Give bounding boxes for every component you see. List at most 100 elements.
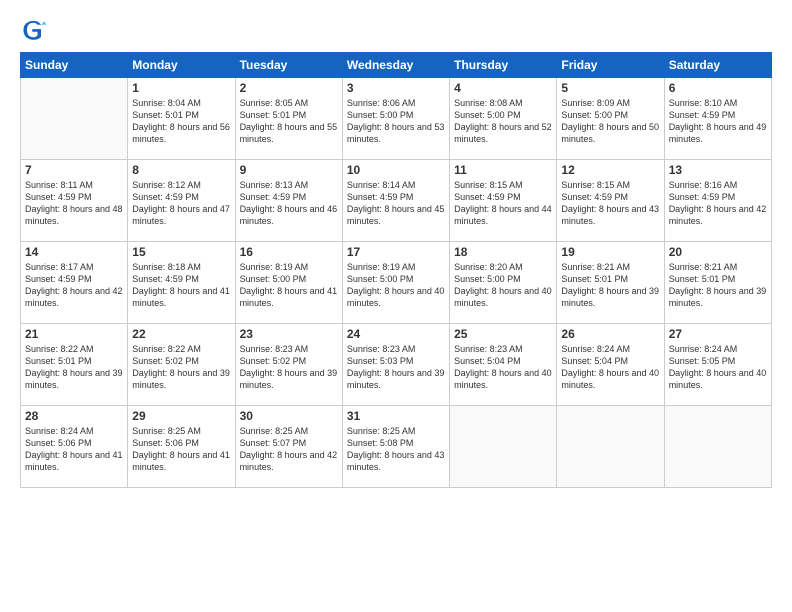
cell-details: Sunrise: 8:08 AMSunset: 5:00 PMDaylight:…	[454, 97, 552, 146]
calendar-cell: 24 Sunrise: 8:23 AMSunset: 5:03 PMDayligh…	[342, 324, 449, 406]
calendar-cell: 1 Sunrise: 8:04 AMSunset: 5:01 PMDaylight…	[128, 78, 235, 160]
cell-details: Sunrise: 8:23 AMSunset: 5:04 PMDaylight:…	[454, 343, 552, 392]
calendar-cell: 5Sunrise: 8:09 AMSunset: 5:00 PMDaylight…	[557, 78, 664, 160]
cell-details: Sunrise: 8:24 AMSunset: 5:04 PMDaylight:…	[561, 343, 659, 392]
cell-details: Sunrise: 8:23 AMSunset: 5:02 PMDaylight:…	[240, 343, 338, 392]
cell-details: Sunrise: 8:24 AMSunset: 5:05 PMDaylight:…	[669, 343, 767, 392]
calendar: SundayMondayTuesdayWednesdayThursdayFrid…	[20, 52, 772, 488]
calendar-cell: 28 Sunrise: 8:24 AMSunset: 5:06 PMDayligh…	[21, 406, 128, 488]
calendar-cell: 14 Sunrise: 8:17 AMSunset: 4:59 PMDayligh…	[21, 242, 128, 324]
day-number: 29	[132, 409, 230, 423]
weekday-header: Tuesday	[235, 53, 342, 78]
weekday-header-row: SundayMondayTuesdayWednesdayThursdayFrid…	[21, 53, 772, 78]
cell-details: Sunrise: 8:21 AMSunset: 5:01 PMDaylight:…	[669, 261, 767, 310]
week-row: 1 Sunrise: 8:04 AMSunset: 5:01 PMDaylight…	[21, 78, 772, 160]
cell-details: Sunrise: 8:21 AMSunset: 5:01 PMDaylight:…	[561, 261, 659, 310]
calendar-cell: 19 Sunrise: 8:21 AMSunset: 5:01 PMDayligh…	[557, 242, 664, 324]
calendar-cell	[664, 406, 771, 488]
calendar-cell: 2 Sunrise: 8:05 AMSunset: 5:01 PMDaylight…	[235, 78, 342, 160]
weekday-header: Friday	[557, 53, 664, 78]
day-number: 11	[454, 163, 552, 177]
cell-details: Sunrise: 8:14 AMSunset: 4:59 PMDaylight:…	[347, 179, 445, 228]
calendar-cell: 13 Sunrise: 8:16 AMSunset: 4:59 PMDayligh…	[664, 160, 771, 242]
calendar-cell: 3 Sunrise: 8:06 AMSunset: 5:00 PMDaylight…	[342, 78, 449, 160]
cell-details: Sunrise: 8:13 AMSunset: 4:59 PMDaylight:…	[240, 179, 338, 228]
calendar-cell: 7Sunrise: 8:11 AMSunset: 4:59 PMDaylight…	[21, 160, 128, 242]
cell-details: Sunrise: 8:18 AMSunset: 4:59 PMDaylight:…	[132, 261, 230, 310]
calendar-cell: 11 Sunrise: 8:15 AMSunset: 4:59 PMDayligh…	[450, 160, 557, 242]
day-number: 17	[347, 245, 445, 259]
weekday-header: Thursday	[450, 53, 557, 78]
cell-details: Sunrise: 8:25 AMSunset: 5:07 PMDaylight:…	[240, 425, 338, 474]
cell-details: Sunrise: 8:04 AMSunset: 5:01 PMDaylight:…	[132, 97, 230, 146]
calendar-cell: 4 Sunrise: 8:08 AMSunset: 5:00 PMDaylight…	[450, 78, 557, 160]
logo	[20, 16, 52, 44]
day-number: 16	[240, 245, 338, 259]
cell-details: Sunrise: 8:17 AMSunset: 4:59 PMDaylight:…	[25, 261, 123, 310]
day-number: 21	[25, 327, 123, 341]
calendar-cell	[450, 406, 557, 488]
week-row: 28 Sunrise: 8:24 AMSunset: 5:06 PMDayligh…	[21, 406, 772, 488]
calendar-cell: 6 Sunrise: 8:10 AMSunset: 4:59 PMDaylight…	[664, 78, 771, 160]
week-row: 7Sunrise: 8:11 AMSunset: 4:59 PMDaylight…	[21, 160, 772, 242]
day-number: 15	[132, 245, 230, 259]
calendar-cell: 27 Sunrise: 8:24 AMSunset: 5:05 PMDayligh…	[664, 324, 771, 406]
calendar-cell: 20 Sunrise: 8:21 AMSunset: 5:01 PMDayligh…	[664, 242, 771, 324]
day-number: 22	[132, 327, 230, 341]
cell-details: Sunrise: 8:05 AMSunset: 5:01 PMDaylight:…	[240, 97, 338, 146]
cell-details: Sunrise: 8:22 AMSunset: 5:01 PMDaylight:…	[25, 343, 123, 392]
day-number: 24	[347, 327, 445, 341]
day-number: 19	[561, 245, 659, 259]
calendar-cell	[21, 78, 128, 160]
weekday-header: Saturday	[664, 53, 771, 78]
calendar-cell: 25 Sunrise: 8:23 AMSunset: 5:04 PMDayligh…	[450, 324, 557, 406]
day-number: 6	[669, 81, 767, 95]
day-number: 2	[240, 81, 338, 95]
day-number: 4	[454, 81, 552, 95]
calendar-cell: 12 Sunrise: 8:15 AMSunset: 4:59 PMDayligh…	[557, 160, 664, 242]
cell-details: Sunrise: 8:23 AMSunset: 5:03 PMDaylight:…	[347, 343, 445, 392]
calendar-cell: 29 Sunrise: 8:25 AMSunset: 5:06 PMDayligh…	[128, 406, 235, 488]
day-number: 20	[669, 245, 767, 259]
calendar-cell: 22 Sunrise: 8:22 AMSunset: 5:02 PMDayligh…	[128, 324, 235, 406]
day-number: 3	[347, 81, 445, 95]
logo-icon	[20, 16, 48, 44]
day-number: 5	[561, 81, 659, 95]
calendar-cell: 21 Sunrise: 8:22 AMSunset: 5:01 PMDayligh…	[21, 324, 128, 406]
day-number: 13	[669, 163, 767, 177]
calendar-cell: 15 Sunrise: 8:18 AMSunset: 4:59 PMDayligh…	[128, 242, 235, 324]
weekday-header: Wednesday	[342, 53, 449, 78]
cell-details: Sunrise: 8:06 AMSunset: 5:00 PMDaylight:…	[347, 97, 445, 146]
cell-details: Sunrise: 8:10 AMSunset: 4:59 PMDaylight:…	[669, 97, 767, 146]
calendar-cell: 10 Sunrise: 8:14 AMSunset: 4:59 PMDayligh…	[342, 160, 449, 242]
calendar-cell	[557, 406, 664, 488]
day-number: 9	[240, 163, 338, 177]
day-number: 10	[347, 163, 445, 177]
day-number: 8	[132, 163, 230, 177]
day-number: 25	[454, 327, 552, 341]
day-number: 12	[561, 163, 659, 177]
cell-details: Sunrise: 8:15 AMSunset: 4:59 PMDaylight:…	[454, 179, 552, 228]
day-number: 1	[132, 81, 230, 95]
week-row: 14 Sunrise: 8:17 AMSunset: 4:59 PMDayligh…	[21, 242, 772, 324]
calendar-cell: 18Sunrise: 8:20 AMSunset: 5:00 PMDayligh…	[450, 242, 557, 324]
header	[20, 16, 772, 44]
day-number: 14	[25, 245, 123, 259]
cell-details: Sunrise: 8:15 AMSunset: 4:59 PMDaylight:…	[561, 179, 659, 228]
day-number: 23	[240, 327, 338, 341]
calendar-cell: 31Sunrise: 8:25 AMSunset: 5:08 PMDayligh…	[342, 406, 449, 488]
calendar-cell: 16 Sunrise: 8:19 AMSunset: 5:00 PMDayligh…	[235, 242, 342, 324]
day-number: 7	[25, 163, 123, 177]
cell-details: Sunrise: 8:16 AMSunset: 4:59 PMDaylight:…	[669, 179, 767, 228]
cell-details: Sunrise: 8:12 AMSunset: 4:59 PMDaylight:…	[132, 179, 230, 228]
day-number: 28	[25, 409, 123, 423]
cell-details: Sunrise: 8:25 AMSunset: 5:06 PMDaylight:…	[132, 425, 230, 474]
day-number: 27	[669, 327, 767, 341]
cell-details: Sunrise: 8:24 AMSunset: 5:06 PMDaylight:…	[25, 425, 123, 474]
calendar-cell: 30 Sunrise: 8:25 AMSunset: 5:07 PMDayligh…	[235, 406, 342, 488]
cell-details: Sunrise: 8:19 AMSunset: 5:00 PMDaylight:…	[347, 261, 445, 310]
calendar-cell: 26Sunrise: 8:24 AMSunset: 5:04 PMDayligh…	[557, 324, 664, 406]
cell-details: Sunrise: 8:19 AMSunset: 5:00 PMDaylight:…	[240, 261, 338, 310]
day-number: 30	[240, 409, 338, 423]
cell-details: Sunrise: 8:22 AMSunset: 5:02 PMDaylight:…	[132, 343, 230, 392]
